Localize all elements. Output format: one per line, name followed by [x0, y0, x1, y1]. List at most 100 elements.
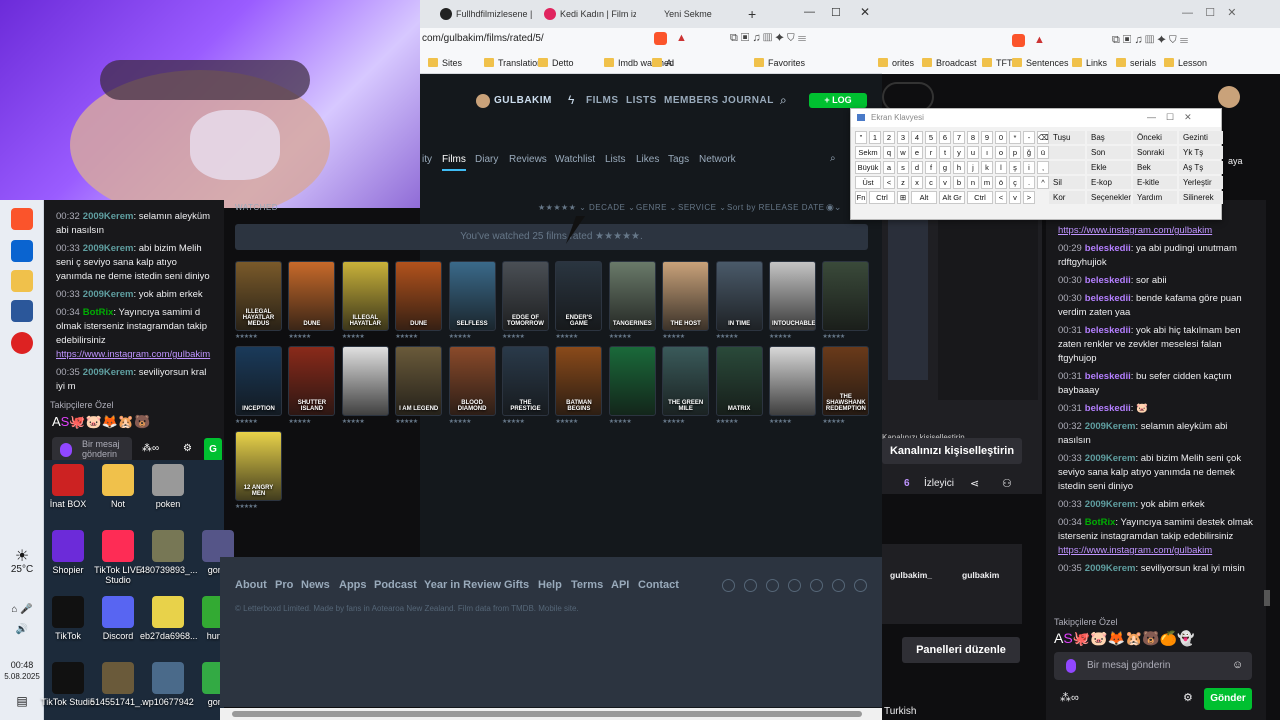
key[interactable]: x	[911, 176, 923, 189]
key[interactable]: ç	[1009, 176, 1021, 189]
extensions-icons[interactable]: ⧉ ▣ ♫ ▥ ✦ ⛉ ☰	[730, 32, 806, 45]
key[interactable]: a	[883, 161, 895, 174]
right-scrollbar[interactable]	[1264, 590, 1270, 606]
emote-row[interactable]: AS🐙🐷🦊🐹🐻	[52, 414, 222, 430]
chat-username[interactable]: 2009Kerem	[83, 243, 134, 254]
nav-members[interactable]: MEMBERS	[664, 95, 719, 106]
threads-icon[interactable]	[744, 579, 757, 592]
film-poster[interactable]: DUNE	[395, 261, 443, 331]
footer-link-about[interactable]: About	[235, 579, 267, 591]
side-key[interactable]: Ekle	[1087, 161, 1131, 174]
chat-username[interactable]: 2009Kerem	[1085, 453, 1136, 464]
side-key[interactable]: Sil	[1049, 176, 1085, 189]
chat-username[interactable]: 2009Kerem	[83, 289, 134, 300]
youtube-icon[interactable]	[854, 579, 867, 592]
tab-1[interactable]: Kedi Kadın | Film izl	[540, 4, 636, 24]
key[interactable]: t	[939, 146, 951, 159]
key[interactable]: v	[1009, 191, 1021, 204]
close-icon[interactable]: ✕	[860, 5, 870, 19]
chat-link[interactable]: https://www.instagram.com/gulbakim	[56, 349, 210, 360]
key[interactable]: g	[939, 161, 951, 174]
emoji-icon[interactable]: ☺	[1232, 659, 1243, 671]
avatar[interactable]	[476, 94, 490, 108]
side-key[interactable]: Sonraki	[1133, 146, 1177, 159]
key[interactable]: b	[953, 176, 965, 189]
film-poster[interactable]: EDGE OF TOMORROW	[502, 261, 549, 331]
key[interactable]: .	[1023, 176, 1035, 189]
right-bookmark-3[interactable]: Sentences	[1012, 56, 1069, 70]
subnav-search-icon[interactable]: ⌕	[830, 153, 836, 164]
footer-link-pro[interactable]: Pro	[275, 579, 293, 591]
key[interactable]: 3	[897, 131, 909, 144]
footer-link-year-in-review[interactable]: Year in Review	[424, 579, 501, 591]
nav-films[interactable]: FILMS	[586, 95, 619, 106]
tray-icons[interactable]: ⌂ 🎤	[4, 604, 40, 615]
right-chat-input[interactable]: Bir mesaj gönderin ☺	[1054, 652, 1252, 680]
key[interactable]: v	[939, 176, 951, 189]
log-button[interactable]: + LOG	[809, 93, 867, 108]
desktop-icon[interactable]: poken	[140, 464, 196, 509]
side-key[interactable]: Bek	[1133, 161, 1177, 174]
brave-icon[interactable]	[11, 208, 33, 230]
key[interactable]: Sekm	[855, 146, 881, 159]
chat-link[interactable]: https://www.instagram.com/gulbakim	[1058, 545, 1212, 556]
chat-username[interactable]: beleskedii	[1085, 403, 1131, 414]
right-extensions-icons[interactable]: ⧉ ▣ ♫ ▥ ✦ ⛉ ☰	[1112, 34, 1188, 47]
side-key[interactable]: Seçenekler	[1087, 191, 1131, 204]
film-poster[interactable]	[769, 346, 816, 416]
film-poster[interactable]: THE GREEN MILE	[662, 346, 710, 416]
film-poster[interactable]: ILLEGAL HAYATLAR MEDUS	[235, 261, 282, 331]
desktop-icon[interactable]: wp10677942	[140, 662, 196, 707]
key[interactable]: <	[883, 176, 895, 189]
side-key[interactable]	[1049, 146, 1085, 159]
key[interactable]: o	[995, 146, 1007, 159]
bluesky-icon[interactable]	[788, 579, 801, 592]
key[interactable]: *	[1009, 131, 1021, 144]
clock-date[interactable]: 5.08.2025	[4, 672, 40, 681]
tab-network[interactable]: Network	[699, 154, 736, 165]
right-brave-shields-icon[interactable]	[1012, 34, 1025, 47]
chat-username[interactable]: beleskedii	[1085, 325, 1131, 336]
key[interactable]: 8	[967, 131, 979, 144]
keyboard-titlebar[interactable]: Ekran Klavyesi — ☐ ✕	[851, 109, 1221, 127]
desktop-icon[interactable]: eb27da6968...	[140, 596, 198, 641]
tab-likes[interactable]: Likes	[636, 154, 659, 165]
side-key[interactable]: Gezinti	[1179, 131, 1223, 144]
user-avatar[interactable]	[1218, 86, 1240, 108]
key[interactable]: 7	[953, 131, 965, 144]
desktop-icon[interactable]: Not	[90, 464, 146, 509]
tab-0[interactable]: Fullhdfilmizlesene |	[436, 4, 532, 24]
film-poster[interactable]: INCEPTION	[235, 346, 282, 416]
footer-link-terms[interactable]: Terms	[571, 579, 603, 591]
facebook-icon[interactable]	[810, 579, 823, 592]
key[interactable]: Büyük	[855, 161, 881, 174]
right-bookmark-5[interactable]: serials	[1116, 56, 1156, 70]
notification-icon[interactable]: ▤	[4, 694, 40, 708]
footer-link-api[interactable]: API	[611, 579, 629, 591]
film-poster[interactable]	[608, 346, 656, 416]
key[interactable]: >	[1023, 191, 1035, 204]
activity-icon[interactable]: ϟ	[568, 93, 574, 107]
key[interactable]: -	[1023, 131, 1035, 144]
scrollbar-thumb[interactable]	[232, 711, 862, 717]
side-key[interactable]: Aş Tş	[1179, 161, 1223, 174]
left-send-button[interactable]: G	[204, 438, 222, 462]
side-key[interactable]: E-kop	[1087, 176, 1131, 189]
key[interactable]: 6	[939, 131, 951, 144]
side-key[interactable]	[1049, 161, 1085, 174]
key[interactable]: m	[981, 176, 993, 189]
side-key[interactable]: Yardım	[1133, 191, 1177, 204]
desktop-icon[interactable]: TikTok LIVE Studio	[90, 530, 146, 585]
tab-films[interactable]: Films	[442, 154, 466, 171]
desktop-icon[interactable]: İnat BOX	[40, 464, 96, 509]
filter-4[interactable]: Sort by RELEASE DATE ⌄	[727, 203, 834, 212]
key[interactable]: j	[967, 161, 979, 174]
customize-channel-button[interactable]: Kanalınızı kişiselleştirin	[882, 438, 1022, 464]
horizontal-scrollbar[interactable]	[220, 708, 882, 720]
chat-username[interactable]: BotRix	[1085, 517, 1116, 528]
film-poster[interactable]: SHUTTER ISLAND	[288, 346, 336, 416]
side-key[interactable]: Silinerek	[1179, 191, 1223, 204]
language-tag[interactable]: Turkish	[884, 706, 916, 717]
footer-link-news[interactable]: News	[301, 579, 330, 591]
key[interactable]: f	[925, 161, 937, 174]
